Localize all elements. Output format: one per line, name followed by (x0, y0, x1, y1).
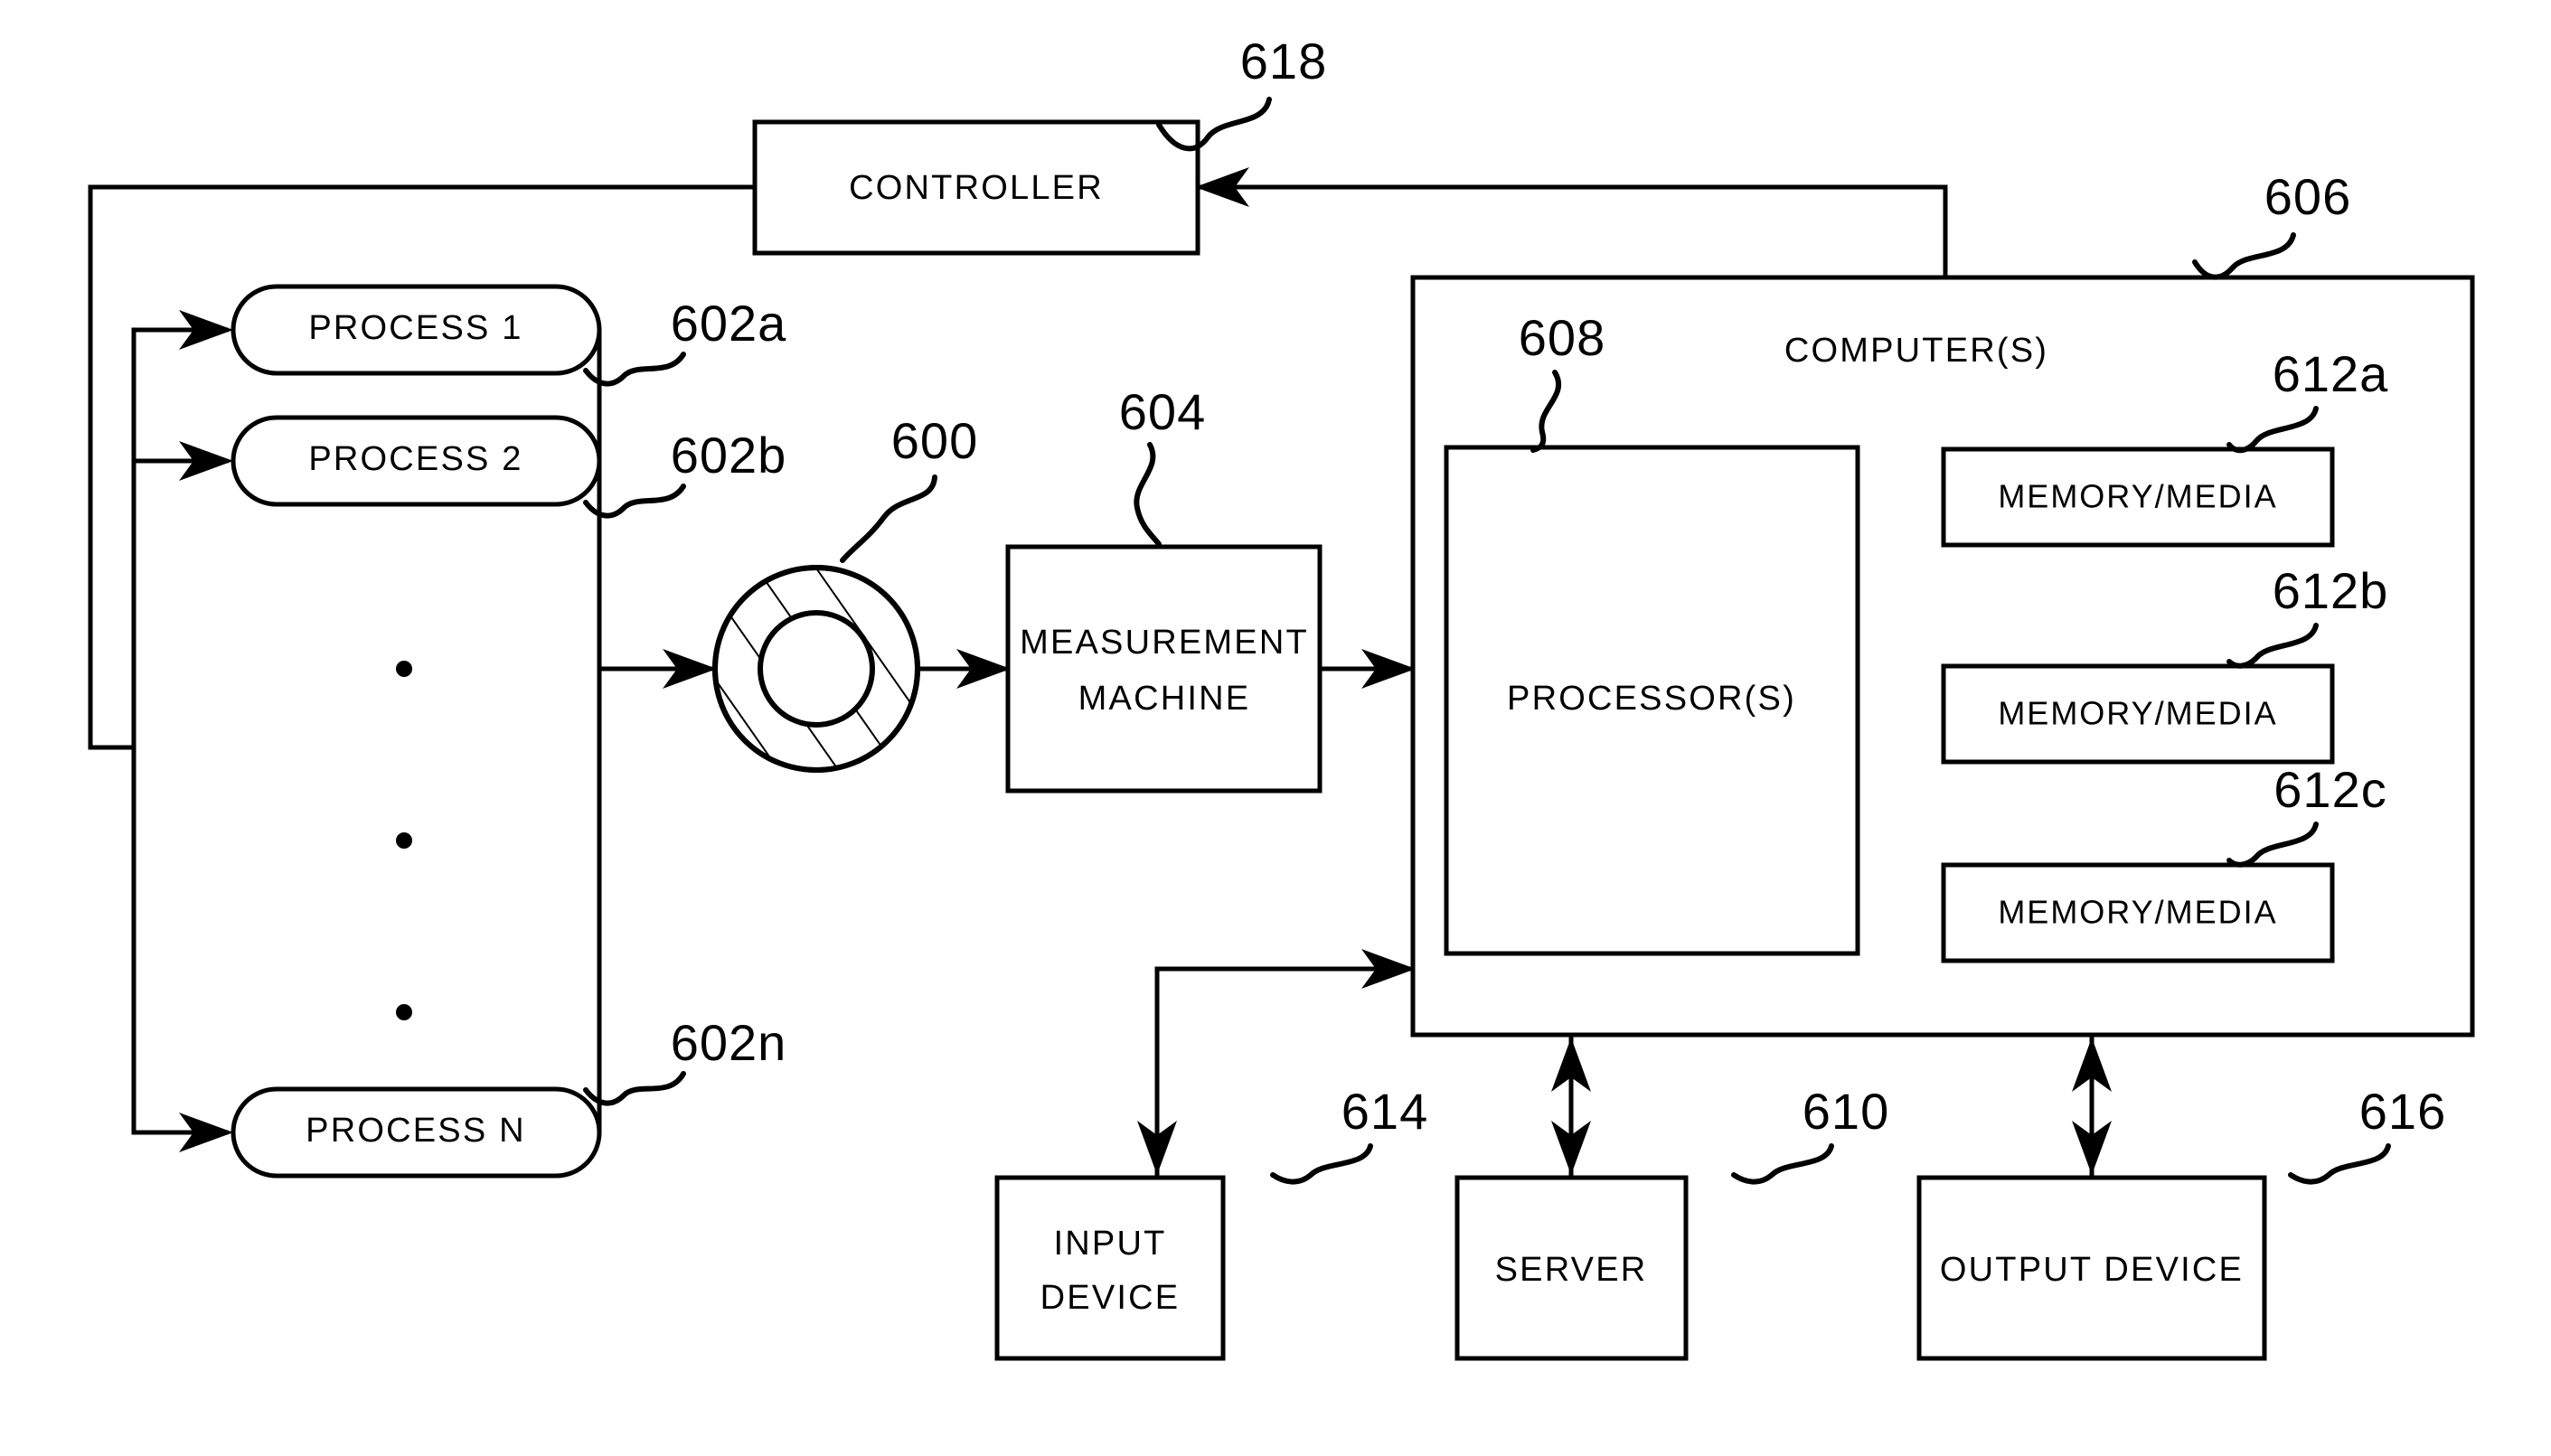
server-label: SERVER (1495, 1251, 1648, 1289)
memory-media-b-label: MEMORY/MEDIA (1998, 695, 2277, 732)
ref-602a-label: 602a (671, 295, 787, 352)
output-device-block[interactable]: OUTPUT DEVICE (1916, 1175, 2267, 1361)
measurement-machine-label-line2: MACHINE (1078, 680, 1251, 718)
ref-608-label: 608 (1519, 309, 1605, 366)
process-1-block[interactable]: PROCESS 1 (231, 284, 602, 376)
ref-602b-label: 602b (671, 427, 787, 484)
measurement-machine-block[interactable]: MEASUREMENT MACHINE (1005, 544, 1323, 794)
ref-606-label: 606 (2264, 168, 2351, 225)
ref-618-label: 618 (1240, 33, 1327, 89)
input-device-label-line1: INPUT (1054, 1225, 1167, 1263)
ref-614-label: 614 (1341, 1083, 1428, 1140)
processors-block[interactable]: PROCESSOR(S) (1444, 445, 1860, 956)
ref-612c-label: 612c (2273, 761, 2386, 818)
workpiece-annulus[interactable] (705, 558, 931, 784)
processors-label: PROCESSOR(S) (1507, 680, 1796, 718)
ref-612b-label: 612b (2273, 562, 2389, 619)
computers-label: COMPUTER(S) (1784, 332, 2048, 370)
memory-media-c-label: MEMORY/MEDIA (1998, 894, 2277, 931)
ref-610-label: 610 (1803, 1083, 1889, 1140)
process-2-label: PROCESS 2 (308, 440, 522, 478)
input-device-block[interactable]: INPUT DEVICE (994, 1175, 1226, 1361)
ref-602n-label: 602n (671, 1014, 787, 1071)
process-n-label: PROCESS N (306, 1112, 526, 1150)
patent-figure: COMPUTER(S) PROCESSOR(S) MEMORY/MEDIA ME… (0, 0, 2551, 1456)
ref-612a-label: 612a (2273, 345, 2389, 402)
process-1-label: PROCESS 1 (308, 309, 522, 347)
output-device-label: OUTPUT DEVICE (1940, 1251, 2244, 1289)
measurement-machine-label-line1: MEASUREMENT (1020, 624, 1309, 662)
controller-label: CONTROLLER (849, 169, 1104, 207)
memory-media-a-label: MEMORY/MEDIA (1998, 478, 2277, 515)
memory-media-c-block[interactable]: MEMORY/MEDIA (1941, 862, 2335, 963)
ref-600-label: 600 (891, 412, 978, 469)
controller-block[interactable]: CONTROLLER (752, 119, 1200, 256)
memory-media-b-block[interactable]: MEMORY/MEDIA (1941, 663, 2335, 765)
ref-604-label: 604 (1119, 383, 1206, 440)
server-block[interactable]: SERVER (1454, 1175, 1689, 1361)
input-device-label-line2: DEVICE (1040, 1279, 1181, 1317)
memory-media-a-block[interactable]: MEMORY/MEDIA (1941, 446, 2335, 548)
ref-616-label: 616 (2359, 1083, 2446, 1140)
process-2-block[interactable]: PROCESS 2 (231, 415, 602, 507)
process-n-block[interactable]: PROCESS N (231, 1086, 602, 1179)
